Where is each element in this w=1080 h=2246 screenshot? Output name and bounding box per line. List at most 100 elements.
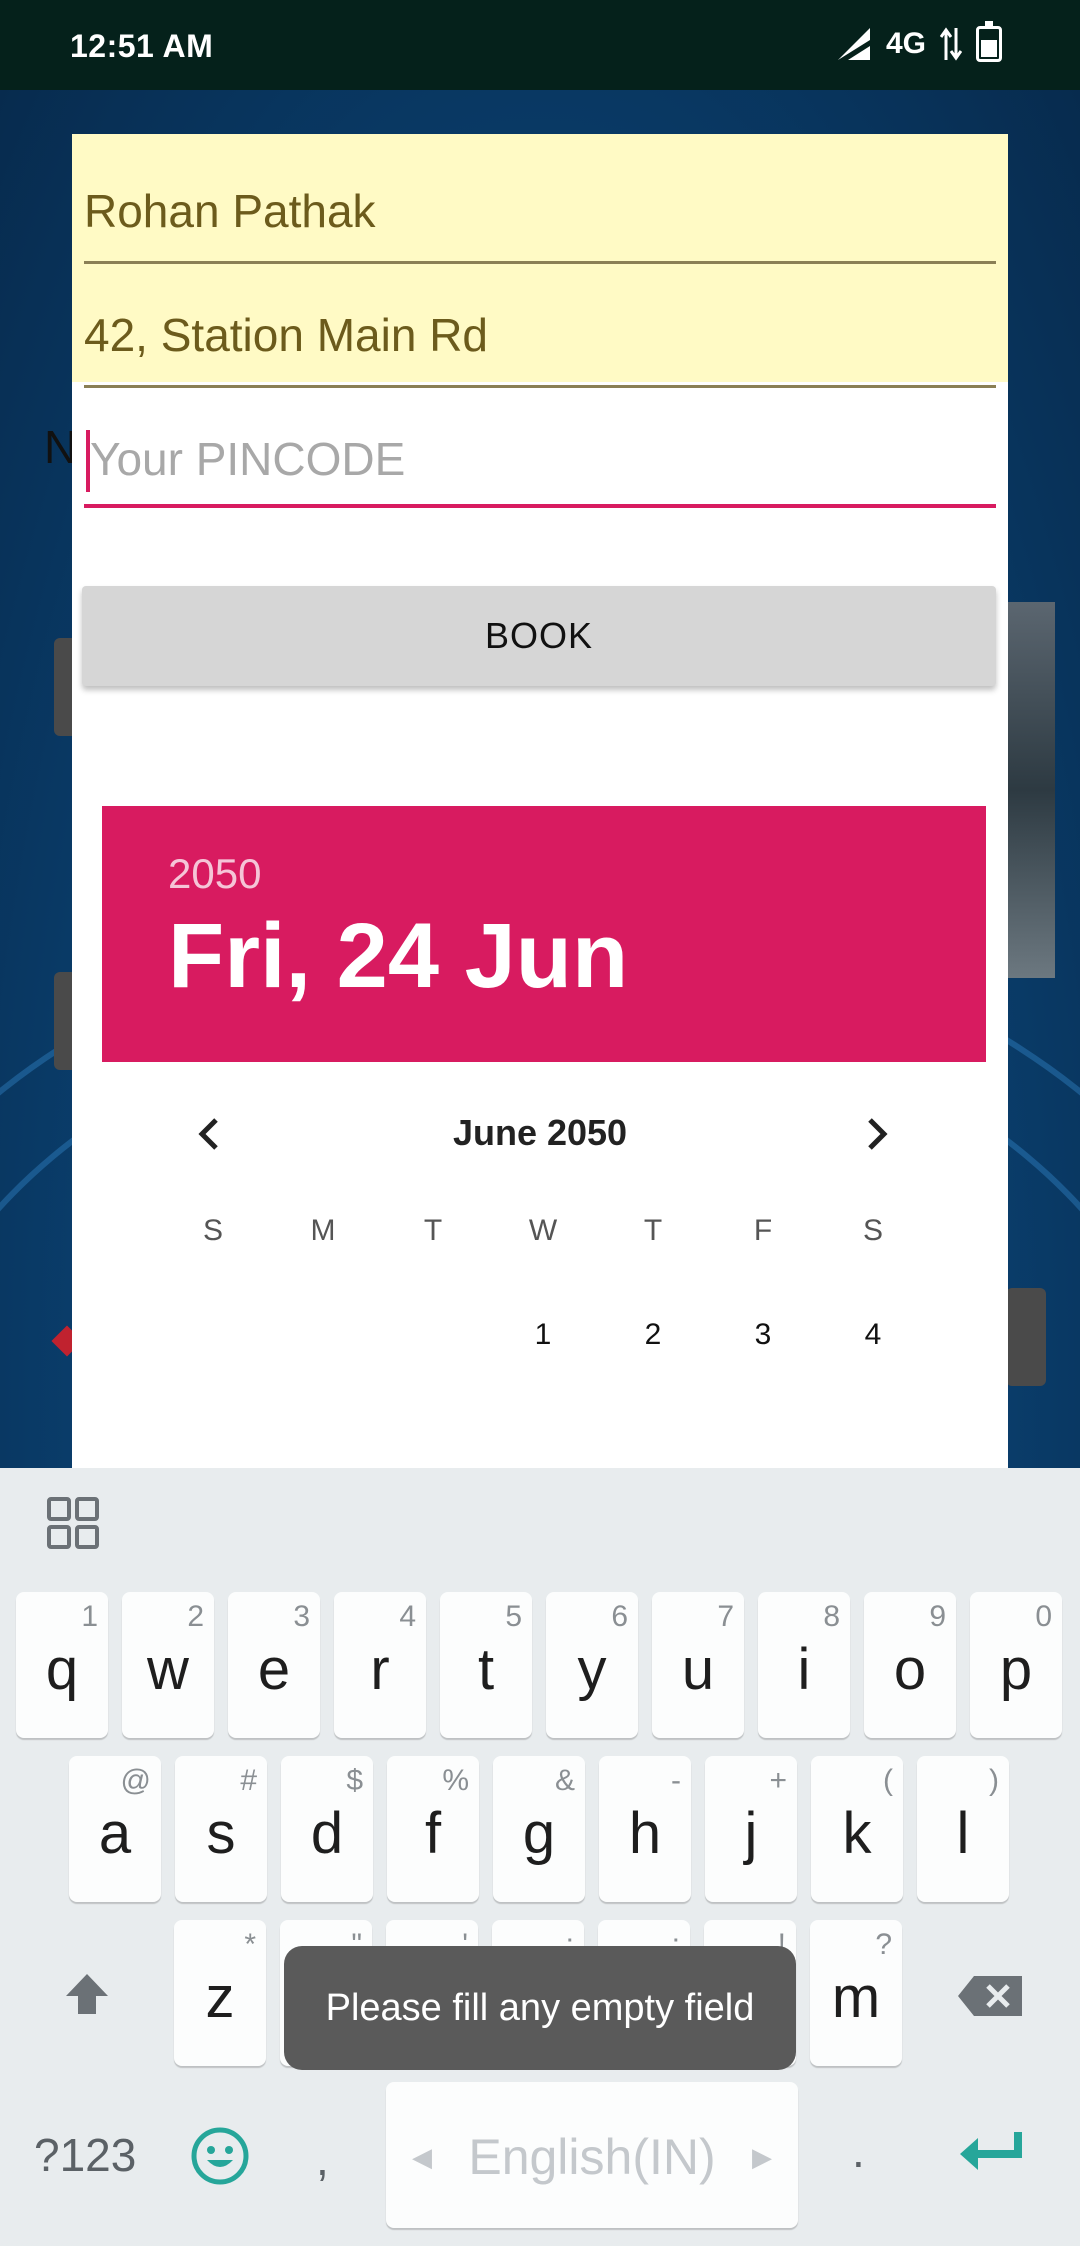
key-secondary-label: 3 (293, 1600, 310, 1633)
key-secondary-label: 6 (611, 1600, 628, 1633)
key-label: e (257, 1637, 291, 1702)
key-label: t (477, 1637, 495, 1702)
key-secondary-label: 5 (505, 1600, 522, 1633)
key-o[interactable]: 9o (864, 1592, 956, 1738)
picker-year[interactable]: 2050 (168, 850, 261, 898)
key-label: j (744, 1801, 758, 1866)
key-label: u (681, 1637, 715, 1702)
calendar-week-row: 1 2 3 4 (72, 1318, 1008, 1352)
toast-message: Please fill any empty field (284, 1946, 796, 2070)
key-u[interactable]: 7u (652, 1592, 744, 1738)
picker-selected-date[interactable]: Fri, 24 Jun (168, 904, 628, 1009)
key-w[interactable]: 2w (122, 1592, 214, 1738)
book-button[interactable]: BOOK (82, 586, 996, 686)
symbols-key[interactable]: ?123 (34, 2128, 136, 2182)
key-label: m (831, 1965, 881, 2030)
chevron-right-icon[interactable] (852, 1110, 900, 1158)
key-label: l (956, 1801, 970, 1866)
weekday-label: S (862, 1214, 883, 1247)
calendar-day[interactable]: 4 (818, 1318, 928, 1352)
network-type: 4G (885, 27, 926, 60)
key-secondary-label: * (244, 1928, 256, 1961)
address-field[interactable]: 42, Station Main Rd (84, 288, 996, 388)
key-g[interactable]: & g (493, 1756, 585, 1902)
signal-icon (837, 28, 870, 60)
key-label: r (370, 1637, 390, 1702)
pincode-placeholder: Your PINCODE (90, 433, 406, 485)
key-secondary-label: @ (120, 1764, 151, 1797)
key-l[interactable]: ) l (917, 1756, 1009, 1902)
key-secondary-label: 0 (1035, 1600, 1052, 1633)
key-m[interactable]: ? m (810, 1920, 902, 2066)
key-i[interactable]: 8i (758, 1592, 850, 1738)
key-secondary-label: & (554, 1764, 575, 1797)
booking-form: Rohan Pathak 42, Station Main Rd Your PI… (72, 134, 1008, 1468)
key-p[interactable]: 0p (970, 1592, 1062, 1738)
key-secondary-label: ( (883, 1764, 893, 1797)
comma-key[interactable]: , (316, 2132, 329, 2186)
status-bar: 12:51 AM 4G (0, 0, 1080, 90)
key-f[interactable]: % f (387, 1756, 479, 1902)
key-label: i (797, 1637, 811, 1702)
key-secondary-label: - (671, 1764, 681, 1797)
key-secondary-label: ? (875, 1928, 892, 1961)
calendar-day[interactable]: 3 (708, 1318, 818, 1352)
calendar-day (158, 1318, 268, 1352)
key-label: w (147, 1637, 189, 1702)
key-j[interactable]: + j (705, 1756, 797, 1902)
period-key[interactable]: . (852, 2124, 865, 2178)
key-k[interactable]: (k (811, 1756, 903, 1902)
weekday-header: S M T W T F S (72, 1214, 1008, 1248)
key-secondary-label: 2 (187, 1600, 204, 1633)
backspace-icon[interactable] (956, 1974, 1026, 2018)
key-secondary-label: % (442, 1764, 469, 1797)
background-image (1005, 602, 1055, 978)
pincode-input[interactable]: Your PINCODE (84, 412, 996, 508)
name-value: Rohan Pathak (84, 185, 376, 237)
key-h[interactable]: -h (599, 1756, 691, 1902)
emoji-icon[interactable] (190, 2126, 250, 2186)
key-label: p (999, 1637, 1033, 1702)
calendar-day (378, 1318, 488, 1352)
calendar-day[interactable]: 1 (488, 1318, 598, 1352)
key-secondary-label: + (769, 1764, 787, 1797)
background-button (1006, 1288, 1046, 1386)
status-icons: 4G (836, 21, 1002, 62)
key-secondary-label: 9 (929, 1600, 946, 1633)
key-label: a (98, 1801, 132, 1866)
key-label: d (310, 1801, 344, 1866)
key-s[interactable]: # s (175, 1756, 267, 1902)
key-label: o (893, 1637, 927, 1702)
key-secondary-label: 4 (399, 1600, 416, 1633)
calendar-day[interactable]: 2 (598, 1318, 708, 1352)
weekday-label: M (310, 1214, 336, 1247)
key-e[interactable]: 3e (228, 1592, 320, 1738)
field-underline (84, 385, 996, 388)
key-label: z (205, 1965, 235, 2030)
weekday-label: T (643, 1214, 663, 1247)
date-picker-header: 2050 Fri, 24 Jun (102, 806, 986, 1062)
key-y[interactable]: 6y (546, 1592, 638, 1738)
space-label: English(IN) (468, 2129, 716, 2185)
data-transfer-icon (940, 27, 962, 61)
key-t[interactable]: 5t (440, 1592, 532, 1738)
key-label: f (424, 1801, 442, 1866)
key-a[interactable]: @ a (69, 1756, 161, 1902)
key-z[interactable]: * z (174, 1920, 266, 2066)
space-key[interactable]: ◀ English(IN) ▶ (386, 2082, 798, 2228)
key-r[interactable]: 4r (334, 1592, 426, 1738)
key-label: g (522, 1801, 556, 1866)
shift-icon[interactable] (62, 1970, 112, 2020)
key-secondary-label: 1 (81, 1600, 98, 1633)
soft-keyboard: 1q2w3e4r5t6y7u8i9o0p @ a # s $ d% f & g - h + j(k) l … (0, 1468, 1080, 2246)
key-label: s (206, 1801, 236, 1866)
name-field[interactable]: Rohan Pathak (84, 164, 996, 264)
key-q[interactable]: 1q (16, 1592, 108, 1738)
key-d[interactable]: $ d (281, 1756, 373, 1902)
grid-menu-icon[interactable] (46, 1496, 100, 1550)
enter-icon[interactable] (956, 2128, 1026, 2178)
weekday-label: T (423, 1214, 443, 1247)
key-label: q (45, 1637, 79, 1702)
key-secondary-label: # (240, 1764, 257, 1797)
key-secondary-label: 8 (823, 1600, 840, 1633)
